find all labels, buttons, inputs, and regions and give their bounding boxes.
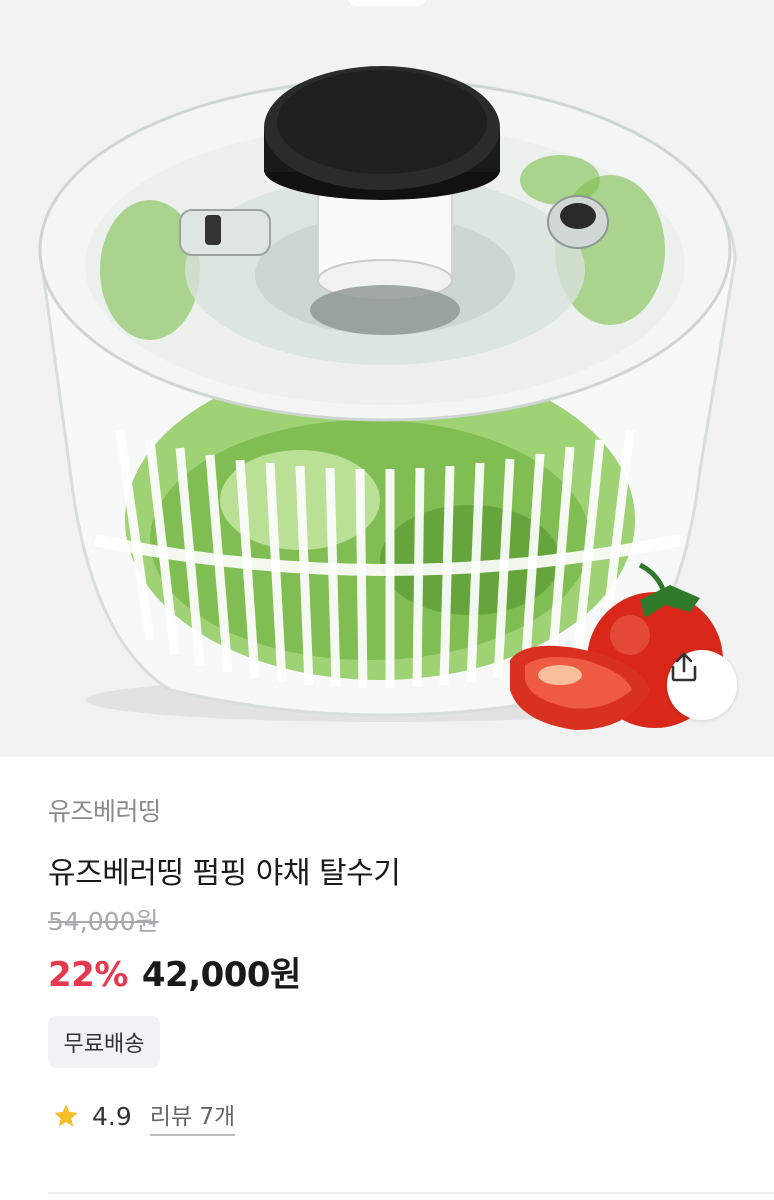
review-count-link[interactable]: 리뷰 7개 [149, 1097, 236, 1136]
free-shipping-badge: 무료배송 [48, 1016, 160, 1068]
section-divider [48, 1192, 774, 1194]
sale-price: 42,000원 [141, 955, 301, 995]
share-button[interactable] [667, 650, 737, 720]
rating-row: 4.9 리뷰 7개 [52, 1096, 236, 1136]
product-image[interactable] [0, 0, 774, 757]
original-price: 54,000원 [48, 907, 159, 936]
star-icon [54, 1104, 78, 1127]
share-icon [671, 652, 697, 682]
product-title: 유즈베러띵 펌핑 야채 탈수기 [48, 856, 401, 891]
rating-score: 4.9 [92, 1101, 132, 1131]
salad-spinner-illustration [38, 66, 737, 730]
brand-name[interactable]: 유즈베러띵 [48, 792, 161, 828]
discount-rate: 22% [48, 955, 128, 995]
image-pager-indicator [348, 0, 426, 6]
price-row: 22% 42,000원 [48, 947, 301, 996]
